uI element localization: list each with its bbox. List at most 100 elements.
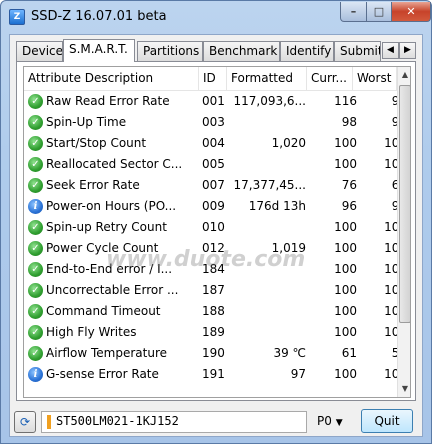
tab-device[interactable]: Device (16, 41, 63, 61)
tab-partitions[interactable]: Partitions (137, 41, 203, 61)
attribute-current: 100 (334, 136, 357, 150)
attribute-description: Spin-up Retry Count (46, 220, 167, 234)
ok-status-icon: ✓ (28, 115, 43, 130)
table-row[interactable]: ✓Spin-up Retry Count010100100 (24, 217, 397, 238)
column-header-description[interactable]: Attribute Description (24, 67, 199, 91)
ok-status-icon: ✓ (28, 136, 43, 151)
attribute-current: 100 (334, 262, 357, 276)
scroll-up-button[interactable]: ▲ (398, 67, 410, 83)
table-row[interactable]: ✓Seek Error Rate00717,377,45...7660 (24, 175, 397, 196)
attribute-worst: 98 (357, 112, 397, 133)
scroll-thumb[interactable] (399, 85, 410, 323)
attribute-description: Airflow Temperature (46, 346, 168, 360)
attribute-current: 100 (334, 241, 357, 255)
table-row[interactable]: ✓Uncorrectable Error ...187100100 (24, 280, 397, 301)
refresh-button[interactable]: ⟳ (14, 411, 36, 433)
maximize-icon: □ (373, 5, 385, 18)
drive-field[interactable]: ST500LM021-1KJ152 (41, 411, 307, 433)
ok-status-icon: ✓ (28, 157, 43, 172)
attribute-worst: 99 (357, 91, 397, 112)
attribute-formatted: 97 (290, 367, 306, 381)
minimize-button[interactable]: – (340, 2, 367, 22)
title-bar[interactable]: Z SSD-Z 16.07.01 beta – □ ✕ (1, 1, 431, 34)
attribute-worst: 100 (384, 325, 397, 339)
attribute-formatted (214, 154, 306, 175)
ok-status-icon: ✓ (28, 346, 43, 361)
column-header-id[interactable]: ID (199, 67, 227, 91)
ok-status-icon: ✓ (28, 178, 43, 193)
tab-benchmark[interactable]: Benchmark (203, 41, 280, 61)
list-rows: ✓Raw Read Error Rate001117,093,6...11699… (24, 91, 397, 397)
chevron-down-icon: ▼ (401, 384, 409, 393)
close-button[interactable]: ✕ (391, 2, 431, 22)
column-header-worst[interactable]: Worst (353, 67, 397, 91)
attribute-formatted (214, 112, 306, 133)
ok-status-icon: ✓ (28, 220, 43, 235)
drive-select-value: P0 (317, 414, 332, 428)
minimize-icon: – (350, 5, 357, 18)
attribute-formatted: 39 ℃ (273, 346, 306, 360)
attribute-formatted: 117,093,6... (233, 94, 306, 108)
chevron-left-icon: ◀ (387, 45, 394, 55)
vertical-scrollbar[interactable]: ▲ ▼ (397, 67, 410, 397)
attribute-description: Raw Read Error Rate (46, 94, 170, 108)
attribute-description: Start/Stop Count (46, 136, 147, 150)
table-row[interactable]: ✓Command Timeout188100100 (24, 301, 397, 322)
ok-status-icon: ✓ (28, 325, 43, 340)
attribute-current: 100 (334, 367, 357, 381)
attribute-description: Power-on Hours (PO... (46, 199, 177, 213)
tab-scroll-left-button[interactable]: ◀ (382, 42, 399, 59)
attribute-formatted: 1,020 (271, 136, 306, 150)
attribute-worst: 100 (384, 241, 397, 255)
table-row[interactable]: iG-sense Error Rate19197100100 (24, 364, 397, 385)
tab-smart[interactable]: S.M.A.R.T. (63, 39, 135, 62)
table-row[interactable]: ✓High Fly Writes189100100 (24, 322, 397, 343)
attribute-description: Reallocated Sector C... (46, 157, 183, 171)
attribute-formatted: 176d 13h (248, 199, 306, 213)
smart-attributes-list[interactable]: Attribute Description ID Formatted Curr.… (23, 66, 411, 398)
chevron-right-icon: ▶ (404, 45, 411, 55)
footer-bar: ⟳ ST500LM021-1KJ152 P0 ▼ Quit (10, 403, 422, 437)
attribute-current: 100 (334, 220, 357, 234)
attribute-current: 98 (341, 115, 357, 129)
refresh-icon: ⟳ (19, 415, 31, 429)
tab-scroll-right-button[interactable]: ▶ (399, 42, 416, 59)
attribute-current: 100 (334, 325, 357, 339)
attribute-worst: 96 (357, 196, 397, 217)
attribute-current: 116 (334, 94, 357, 108)
tab-bar: Device S.M.A.R.T. Partitions Benchmark I… (16, 39, 418, 62)
table-row[interactable]: iPower-on Hours (PO...009176d 13h9696 (24, 196, 397, 217)
attribute-worst: 100 (384, 367, 397, 381)
main-window: Z SSD-Z 16.07.01 beta – □ ✕ Device S.M.A… (0, 0, 432, 444)
attribute-description: Uncorrectable Error ... (46, 283, 179, 297)
ok-status-icon: ✓ (28, 283, 43, 298)
ok-status-icon: ✓ (28, 94, 43, 109)
attribute-description: Command Timeout (46, 304, 161, 318)
attribute-formatted (214, 259, 306, 280)
drive-select[interactable]: P0 ▼ (313, 411, 355, 433)
attribute-formatted: 17,377,45... (233, 178, 306, 192)
column-header-formatted[interactable]: Formatted (227, 67, 307, 91)
attribute-worst: 100 (384, 283, 397, 297)
attribute-formatted (214, 301, 306, 322)
table-row[interactable]: ✓Start/Stop Count0041,020100100 (24, 133, 397, 154)
table-row[interactable]: ✓Spin-Up Time0039898 (24, 112, 397, 133)
tab-identify[interactable]: Identify (280, 41, 334, 61)
attribute-worst: 51 (357, 343, 397, 364)
info-status-icon: i (28, 199, 43, 214)
table-row[interactable]: ✓Airflow Temperature19039 ℃6151 (24, 343, 397, 364)
drive-name: ST500LM021-1KJ152 (56, 414, 179, 428)
quit-button[interactable]: Quit (361, 409, 413, 433)
table-row[interactable]: ✓End-to-End error / I...184100100 (24, 259, 397, 280)
scroll-down-button[interactable]: ▼ (398, 381, 410, 397)
table-row[interactable]: ✓Reallocated Sector C...005100100 (24, 154, 397, 175)
attribute-description: High Fly Writes (46, 325, 137, 339)
attribute-formatted (214, 280, 306, 301)
table-row[interactable]: ✓Raw Read Error Rate001117,093,6...11699 (24, 91, 397, 112)
tab-submit[interactable]: Submit (334, 41, 381, 61)
column-header-current[interactable]: Curr... (307, 67, 353, 91)
attribute-worst: 100 (384, 262, 397, 276)
client-area: Device S.M.A.R.T. Partitions Benchmark I… (9, 34, 423, 437)
table-row[interactable]: ✓Power Cycle Count0121,019100100 (24, 238, 397, 259)
maximize-button[interactable]: □ (366, 2, 392, 22)
